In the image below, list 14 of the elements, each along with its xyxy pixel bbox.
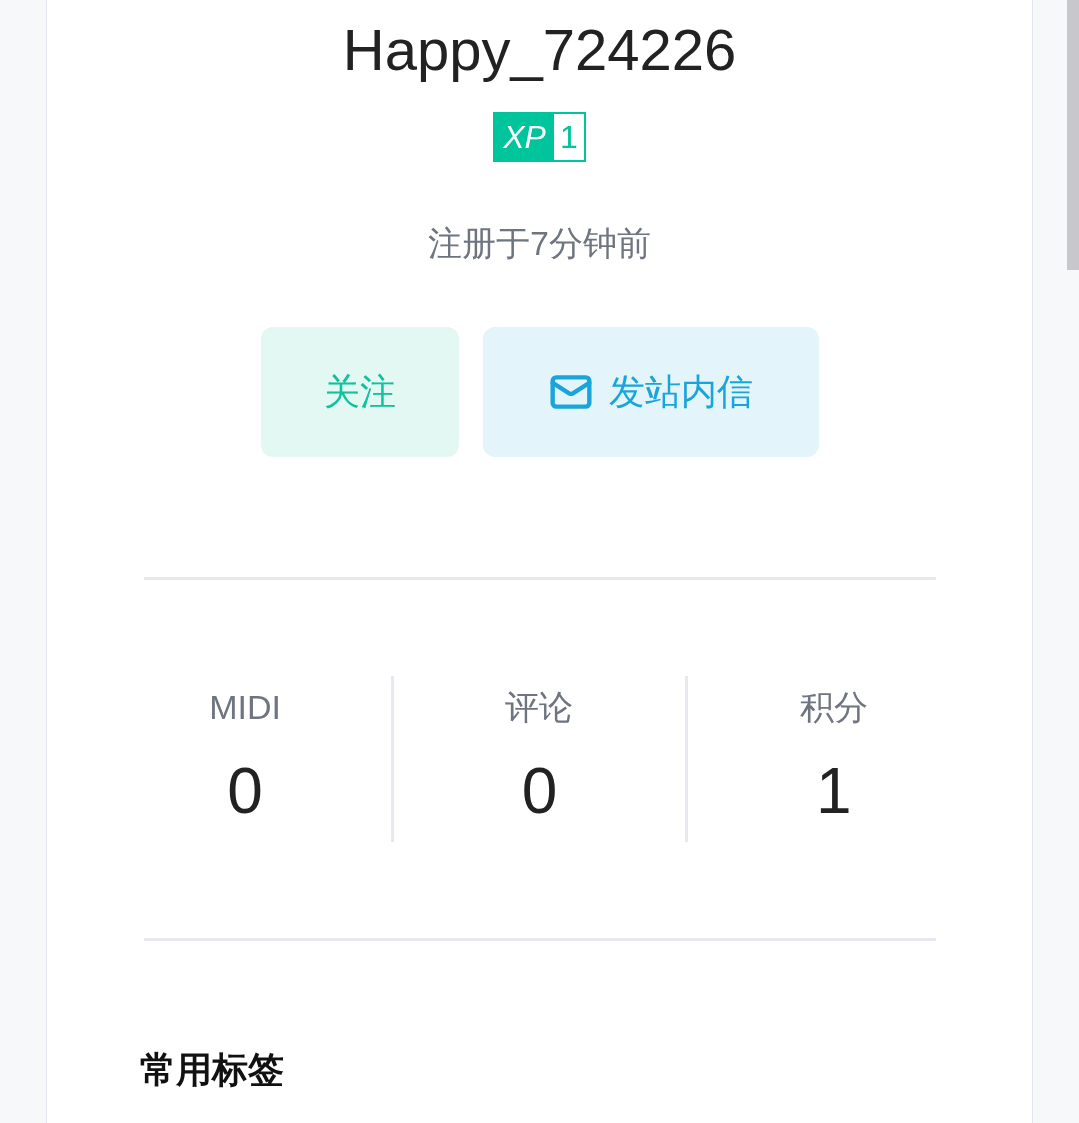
stat-label: MIDI xyxy=(209,687,282,728)
xp-label: XP xyxy=(502,118,547,157)
stat-value: 0 xyxy=(227,754,263,829)
stat-label: 积分 xyxy=(799,687,868,728)
section-heading: 常用标签 xyxy=(139,1049,284,1090)
username: Happy_724226 xyxy=(342,16,737,84)
stat-value: 1 xyxy=(816,754,852,829)
stat-label: 评论 xyxy=(505,687,574,728)
scrollbar[interactable] xyxy=(1067,0,1079,270)
message-button[interactable]: 发站内信 xyxy=(482,327,819,457)
registered-time: 注册于7分钟前 xyxy=(428,223,651,264)
xp-value: 1 xyxy=(553,114,584,160)
follow-button[interactable]: 关注 xyxy=(260,327,459,457)
stat-value: 0 xyxy=(521,754,558,829)
